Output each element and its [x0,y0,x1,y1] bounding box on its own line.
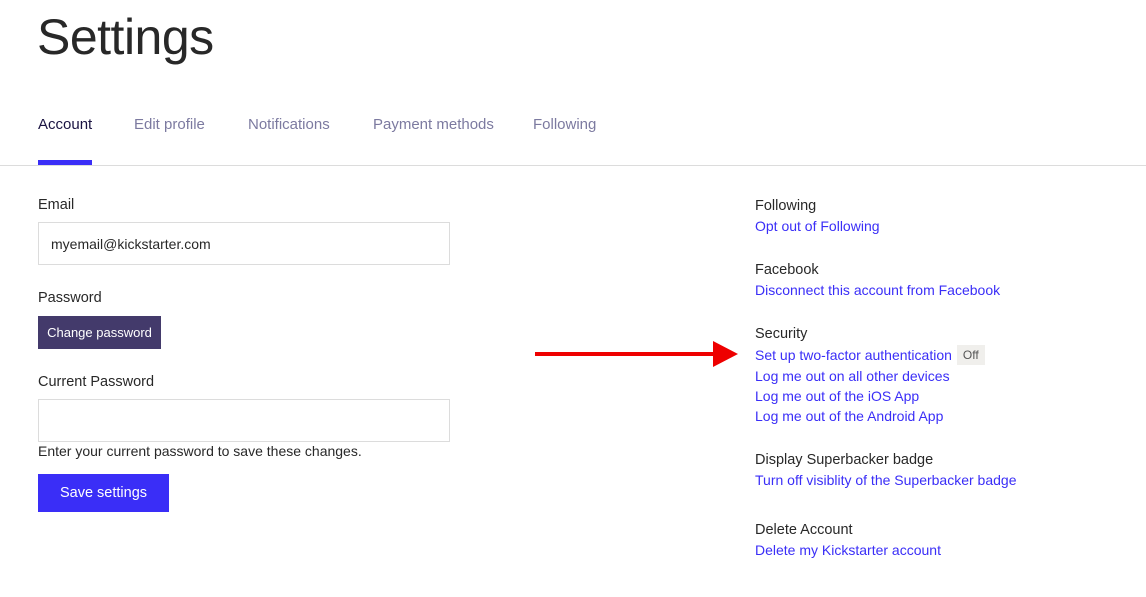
delete-account-link[interactable]: Delete my Kickstarter account [755,540,941,560]
toggle-superbacker-badge-link[interactable]: Turn off visiblity of the Superbacker ba… [755,470,1016,490]
settings-tabs: Account Edit profile Notifications Payme… [0,104,1146,166]
active-tab-indicator [38,160,92,165]
page-title: Settings [37,9,214,65]
tab-notifications[interactable]: Notifications [248,116,330,133]
two-factor-status-badge: Off [956,345,985,365]
superbacker-section: Display Superbacker badge Turn off visib… [755,450,1016,490]
logout-ios-app-link[interactable]: Log me out of the iOS App [755,386,985,406]
security-section: Security Set up two-factor authenticatio… [755,324,985,426]
following-heading: Following [755,198,817,214]
change-password-button[interactable]: Change password [38,316,161,349]
tab-account[interactable]: Account [38,116,92,133]
facebook-section: Facebook Disconnect this account from Fa… [755,260,1000,300]
current-password-label: Current Password [38,374,155,390]
logout-android-app-link[interactable]: Log me out of the Android App [755,406,985,426]
setup-two-factor-link[interactable]: Set up two-factor authentication [755,345,952,365]
password-label: Password [38,290,102,306]
disconnect-facebook-link[interactable]: Disconnect this account from Facebook [755,280,1000,300]
red-arrow-annotation-icon [535,341,738,367]
tab-payment-methods[interactable]: Payment methods [373,116,494,133]
email-input[interactable] [38,222,450,265]
delete-account-heading: Delete Account [755,522,853,538]
delete-account-section: Delete Account Delete my Kickstarter acc… [755,520,941,560]
following-section: Following Opt out of Following [755,196,880,236]
opt-out-following-link[interactable]: Opt out of Following [755,216,880,236]
facebook-heading: Facebook [755,262,819,278]
save-settings-button[interactable]: Save settings [38,474,169,512]
security-heading: Security [755,326,808,342]
current-password-input[interactable] [38,399,450,442]
tab-edit-profile[interactable]: Edit profile [134,116,205,133]
superbacker-heading: Display Superbacker badge [755,452,934,468]
email-label: Email [38,197,75,213]
current-password-help-text: Enter your current password to save thes… [38,443,362,459]
logout-all-devices-link[interactable]: Log me out on all other devices [755,366,985,386]
tab-following[interactable]: Following [533,116,596,133]
two-factor-row: Set up two-factor authentication Off [755,344,985,366]
